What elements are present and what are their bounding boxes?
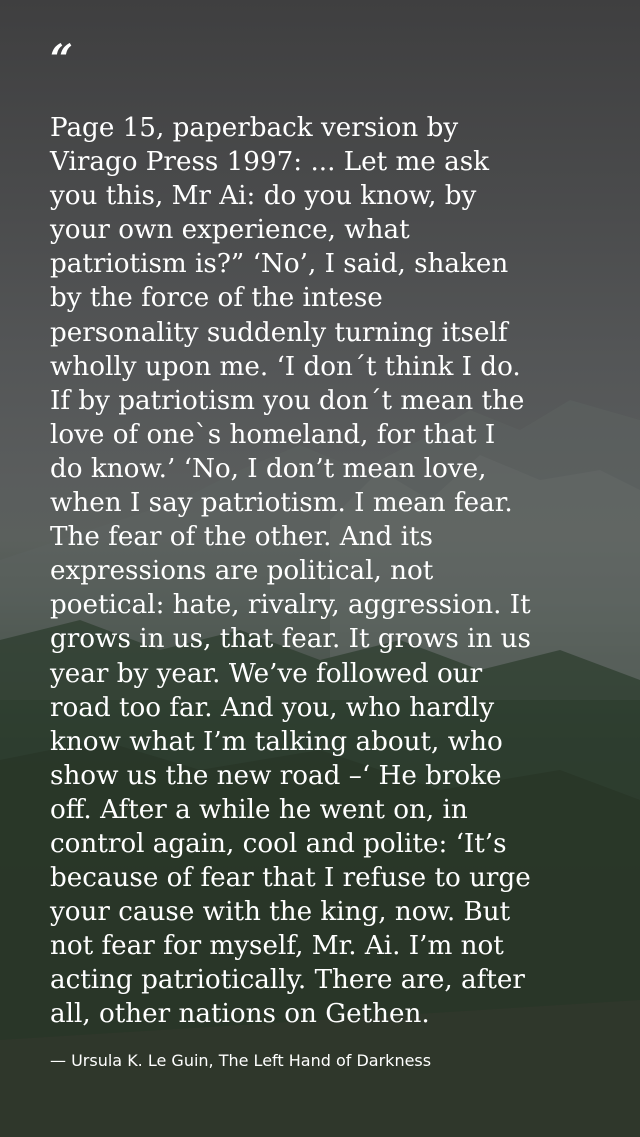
quote-line: all, other nations on Gethen.	[50, 999, 430, 1030]
quote-line: year by year. We’ve followed our	[50, 658, 483, 689]
quote-line: your cause with the king, now. But	[50, 897, 511, 928]
quote-line: acting patriotically. There are, after	[50, 965, 525, 996]
quotation-mark-icon: “	[50, 36, 74, 83]
quote-line: If by patriotism you don´t mean the	[50, 385, 525, 416]
quote-line: because of fear that I refuse to urge	[50, 863, 531, 894]
quote-line: The fear of the other. And its	[50, 522, 433, 553]
quote-line: expressions are political, not	[50, 556, 434, 587]
quote-line: you this, Mr Ai: do you know, by	[50, 181, 477, 212]
quote-line: personality suddenly turning itself	[50, 317, 508, 348]
quote-line: road too far. And you, who hardly	[50, 692, 495, 723]
quote-line: grows in us, that fear. It grows in us	[50, 624, 531, 655]
quote-line: know what I’m talking about, who	[50, 726, 503, 757]
quote-line: off. After a while he went on, in	[50, 794, 468, 825]
quote-line: do know.’ ‘No, I don’t mean love,	[50, 453, 487, 484]
quote-line: your own experience, what	[50, 215, 410, 246]
quote-line: by the force of the intese	[50, 283, 383, 314]
quote-line: wholly upon me. ‘I don´t think I do.	[50, 351, 521, 382]
quote-line: patriotism is?” ‘No’, I said, shaken	[50, 249, 509, 280]
quote-line: love of one`s homeland, for that I	[50, 419, 496, 450]
quote-line: show us the new road –‘ He broke	[50, 760, 502, 791]
quote-attribution: — Ursula K. Le Guin, The Left Hand of Da…	[50, 1051, 432, 1070]
quote-line: when I say patriotism. I mean fear.	[50, 488, 513, 519]
quote-line: not fear for myself, Mr. Ai. I’m not	[50, 931, 504, 962]
quote-line: poetical: hate, rivalry, aggression. It	[50, 590, 531, 621]
quote-line: Virago Press 1997: ... Let me ask	[50, 147, 490, 178]
quote-line: Page 15, paperback version by	[50, 113, 459, 143]
quote-line: control again, cool and polite: ‘It’s	[50, 828, 507, 859]
quote-text: Page 15, paperback version by Virago Pre…	[50, 111, 610, 1032]
